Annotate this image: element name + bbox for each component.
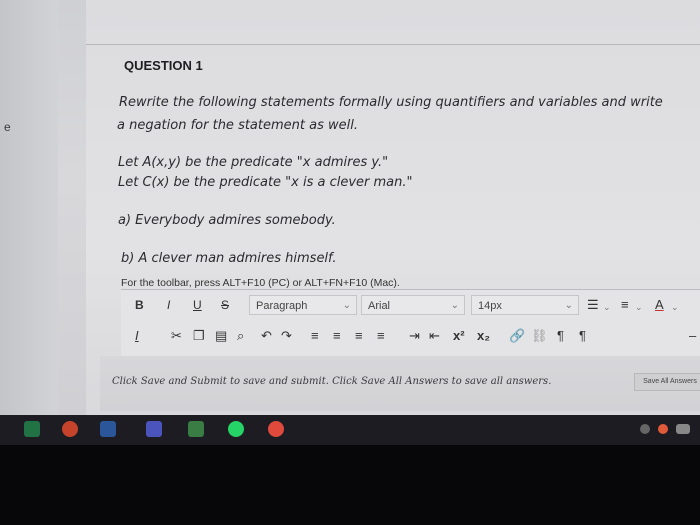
search-icon[interactable]: ⌕ [237, 327, 244, 345]
cut-icon[interactable]: ✂ [171, 327, 182, 345]
chevron-down-icon[interactable]: ⌄ [635, 298, 643, 316]
left-panel: e [0, 0, 58, 415]
question-divider [86, 44, 700, 45]
font-size-select-value: 14px [478, 300, 502, 312]
toolbar-hint: For the toolbar, press ALT+F10 (PC) or A… [121, 277, 400, 289]
chevron-down-icon[interactable]: ⌄ [603, 298, 611, 316]
copy-icon[interactable]: ❐ [193, 327, 205, 345]
text-color-icon[interactable]: A [655, 296, 664, 314]
unlink-icon[interactable]: ⛓ [531, 327, 548, 345]
chrome-icon[interactable] [268, 421, 284, 437]
teams-icon[interactable] [146, 421, 162, 437]
superscript-button[interactable]: x² [453, 327, 465, 345]
paragraph-select[interactable]: Paragraph ⌄ [249, 295, 357, 315]
predicate-def-c: Let C(x) be the predicate "x is a clever… [118, 175, 413, 190]
monitor-screen: e QUESTION 1 Rewrite the following state… [0, 0, 700, 440]
font-family-select[interactable]: Arial ⌄ [361, 295, 465, 315]
numbered-list-icon[interactable]: ≡ [621, 296, 629, 314]
powerpoint-icon[interactable] [62, 421, 78, 437]
question-prompt-line2: a negation for the statement as well. [117, 118, 358, 133]
toolbar-row-1: B I U S Paragraph ⌄ Arial ⌄ 14px ⌄ ☰ ⌄ ≡… [121, 292, 700, 320]
paste-icon[interactable]: ▤ [215, 327, 227, 345]
notification-icon[interactable] [658, 424, 668, 434]
excel-icon[interactable] [24, 421, 40, 437]
font-family-select-value: Arial [368, 300, 391, 312]
windows-taskbar [0, 415, 700, 445]
bullet-list-icon[interactable]: ☰ [587, 296, 599, 314]
save-all-answers-button[interactable]: Save All Answers [634, 373, 700, 391]
align-left-icon[interactable]: ≡ [311, 327, 319, 345]
bold-button[interactable]: B [135, 296, 144, 314]
align-center-icon[interactable]: ≡ [333, 327, 341, 345]
chevron-down-icon: ⌄ [450, 300, 459, 311]
editor-toolbar: B I U S Paragraph ⌄ Arial ⌄ 14px ⌄ ☰ ⌄ ≡… [121, 289, 700, 357]
tray-icon[interactable] [640, 424, 650, 434]
chevron-down-icon: ⌄ [342, 300, 351, 311]
chevron-down-icon[interactable]: ⌄ [671, 298, 679, 316]
more-icon[interactable]: – [689, 327, 696, 345]
question-title: QUESTION 1 [124, 58, 203, 73]
rtl-icon[interactable]: ¶ [579, 327, 586, 345]
subscript-button[interactable]: x₂ [477, 327, 490, 345]
submit-instructions: Click Save and Submit to save and submit… [112, 376, 552, 387]
question-prompt-line1: Rewrite the following statements formall… [119, 95, 663, 110]
italic-button[interactable]: I [167, 296, 170, 314]
chevron-down-icon: ⌄ [564, 300, 573, 311]
undo-icon[interactable]: ↶ [261, 327, 272, 345]
predicate-def-a: Let A(x,y) be the predicate "x admires y… [118, 155, 389, 170]
calculator-icon[interactable] [188, 421, 204, 437]
align-right-icon[interactable]: ≡ [355, 327, 363, 345]
clear-format-icon[interactable]: I [135, 327, 139, 345]
paragraph-select-value: Paragraph [256, 300, 308, 312]
link-icon[interactable]: 🔗 [509, 327, 525, 345]
strikethrough-button[interactable]: S [221, 296, 229, 314]
part-b-statement: b) A clever man admires himself. [121, 251, 337, 266]
outdent-icon[interactable]: ⇤ [429, 327, 440, 345]
part-a-statement: a) Everybody admires somebody. [118, 213, 336, 228]
font-size-select[interactable]: 14px ⌄ [471, 295, 579, 315]
underline-button[interactable]: U [193, 296, 202, 314]
whatsapp-icon[interactable] [228, 421, 244, 437]
monitor-bezel [0, 445, 700, 525]
battery-icon[interactable] [676, 424, 690, 434]
word-icon[interactable] [100, 421, 116, 437]
justify-icon[interactable]: ≡ [377, 327, 385, 345]
left-panel-letter: e [4, 120, 11, 134]
redo-icon[interactable]: ↷ [281, 327, 292, 345]
ltr-icon[interactable]: ¶ [557, 327, 564, 345]
toolbar-row-2: I ✂ ❐ ▤ ⌕ ↶ ↷ ≡ ≡ ≡ ≡ ⇥ ⇤ x² x₂ 🔗 ⛓ ¶ ¶ … [121, 323, 700, 351]
indent-icon[interactable]: ⇥ [409, 327, 420, 345]
